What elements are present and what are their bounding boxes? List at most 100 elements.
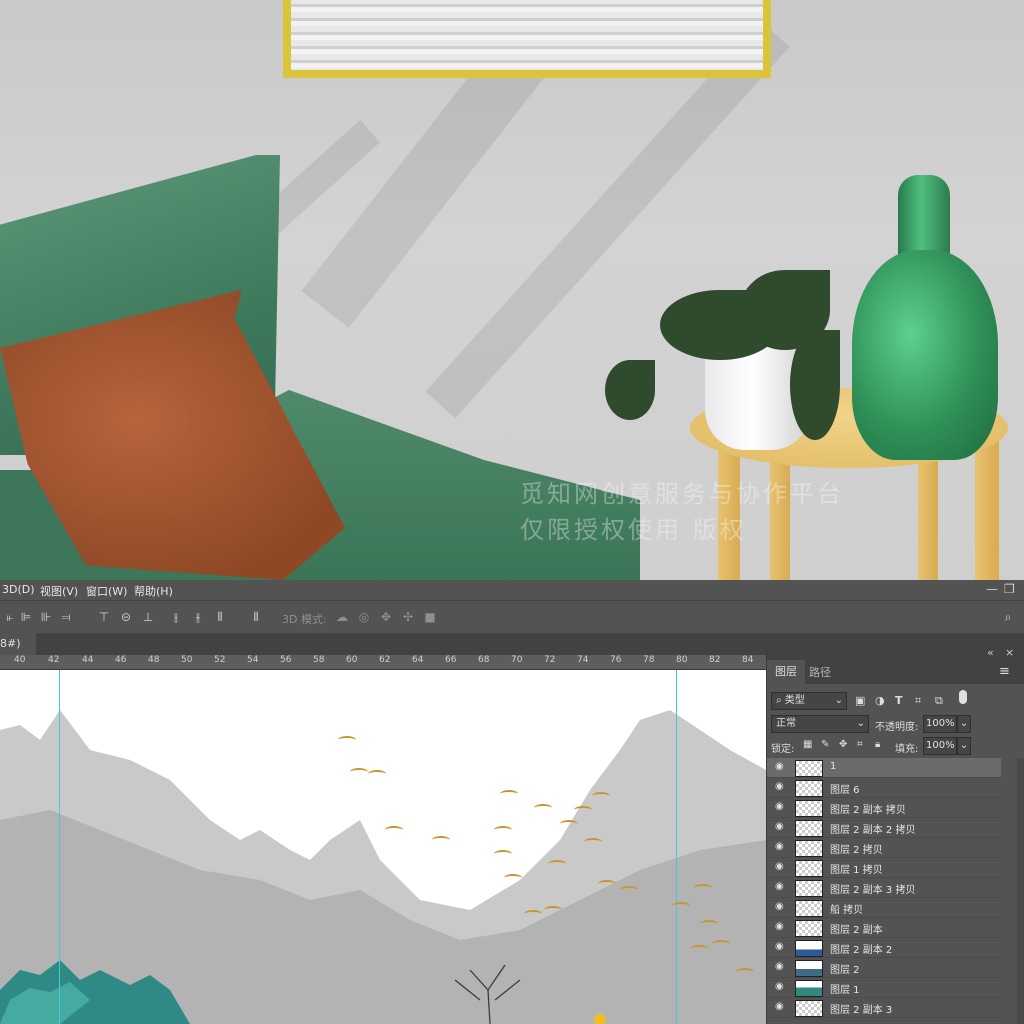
lock-artboard-icon[interactable]: ⌗ bbox=[857, 739, 863, 750]
layer-name: 图层 2 副本 2 拷贝 bbox=[830, 825, 916, 836]
align-left-edges-icon[interactable]: ⊫ bbox=[20, 610, 32, 624]
ruler-label: 64 bbox=[412, 655, 424, 665]
menu-bar: 3D(D) 视图(V) 窗口(W) 帮助(H) — ❐ bbox=[0, 580, 1024, 600]
layer-row[interactable]: ◉ 图层 2 副本 2 bbox=[767, 938, 1001, 958]
visibility-eye-icon[interactable]: ◉ bbox=[775, 882, 785, 892]
distribute-center-icon[interactable]: ⫳ bbox=[192, 610, 204, 624]
lock-label: 锁定: bbox=[771, 744, 795, 755]
visibility-eye-icon[interactable]: ◉ bbox=[775, 762, 785, 772]
tab-paths[interactable]: 路径 bbox=[809, 664, 831, 680]
bird-icon bbox=[690, 945, 708, 953]
align-right-edges-icon[interactable]: ⫤ bbox=[60, 610, 72, 624]
menu-view[interactable]: 视图(V) bbox=[40, 583, 78, 599]
align-left-icon[interactable]: ⫦ bbox=[4, 610, 16, 624]
layer-row[interactable]: ◉ 图层 2 副本 bbox=[767, 918, 1001, 938]
align-bottom-icon[interactable]: ⊥ bbox=[142, 610, 154, 624]
ruler-label: 82 bbox=[709, 655, 721, 665]
minimize-button[interactable]: — bbox=[986, 582, 998, 596]
layer-row[interactable]: ◉ 图层 1 拷贝 bbox=[767, 858, 1001, 878]
opacity-input[interactable]: 100% bbox=[923, 715, 957, 733]
wall-art-frame bbox=[283, 0, 771, 78]
guide-line[interactable] bbox=[676, 670, 677, 1024]
align-horizontal-center-icon[interactable]: ⊪ bbox=[40, 610, 52, 624]
layer-row[interactable]: ◉ 图层 1 bbox=[767, 978, 1001, 998]
lock-move-icon[interactable]: ✥ bbox=[839, 739, 847, 750]
chevron-down-icon[interactable]: ⌄ bbox=[957, 715, 971, 733]
chevron-down-icon[interactable]: ⌄ bbox=[957, 737, 971, 755]
layer-thumbnail bbox=[795, 780, 823, 797]
fill-input[interactable]: 100% bbox=[923, 737, 957, 755]
distribute-left-icon[interactable]: ⫲ bbox=[170, 610, 182, 624]
document-tab[interactable]: 8#) × bbox=[0, 633, 36, 672]
layer-row[interactable]: ◉ 图层 2 拷贝 bbox=[767, 838, 1001, 858]
ruler-label: 66 bbox=[445, 655, 457, 665]
layer-row[interactable]: ◉ 图层 2 副本 拷贝 bbox=[767, 798, 1001, 818]
ruler-label: 48 bbox=[148, 655, 160, 665]
layer-filter-select[interactable]: ⌕ 类型 ⌄ bbox=[771, 692, 847, 710]
filter-toggle-icon[interactable] bbox=[959, 690, 967, 704]
bird-icon bbox=[694, 884, 712, 892]
layers-scrollbar[interactable] bbox=[1017, 758, 1024, 1024]
3d-scale-icon[interactable]: ■ bbox=[424, 610, 436, 624]
align-top-icon[interactable]: ⊤ bbox=[98, 610, 110, 624]
visibility-eye-icon[interactable]: ◉ bbox=[775, 982, 785, 992]
filter-type-icon[interactable]: T bbox=[895, 694, 903, 707]
search-icon[interactable]: ⌕ bbox=[1002, 610, 1014, 624]
bird-icon bbox=[350, 768, 368, 776]
chevron-down-icon: ⌄ bbox=[856, 718, 865, 729]
3d-orbit-icon[interactable]: ☁ bbox=[336, 610, 348, 624]
3d-slide-icon[interactable]: ✣ bbox=[402, 610, 414, 624]
tab-layers[interactable]: 图层 bbox=[767, 660, 805, 684]
visibility-eye-icon[interactable]: ◉ bbox=[775, 962, 785, 972]
layer-row[interactable]: ◉ 图层 2 bbox=[767, 958, 1001, 978]
bird-icon bbox=[504, 874, 522, 882]
filter-shape-icon[interactable]: ⌗ bbox=[915, 694, 921, 708]
layer-row[interactable]: ◉ 图层 6 bbox=[767, 778, 1001, 798]
layer-row[interactable]: ◉ 图层 2 副本 2 拷贝 bbox=[767, 818, 1001, 838]
menu-3d[interactable]: 3D(D) bbox=[2, 583, 35, 596]
blend-mode-select[interactable]: 正常 ⌄ bbox=[771, 715, 869, 733]
visibility-eye-icon[interactable]: ◉ bbox=[775, 802, 785, 812]
visibility-eye-icon[interactable]: ◉ bbox=[775, 942, 785, 952]
bird-icon bbox=[494, 826, 512, 834]
distribute-right-icon[interactable]: ⫴ bbox=[214, 610, 226, 624]
bird-icon bbox=[592, 792, 610, 800]
filter-adjustment-icon[interactable]: ◑ bbox=[875, 694, 885, 707]
filter-image-icon[interactable]: ▣ bbox=[855, 694, 865, 707]
menu-help[interactable]: 帮助(H) bbox=[134, 583, 173, 599]
restore-button[interactable]: ❐ bbox=[1004, 582, 1015, 596]
collapse-panel-icon[interactable]: « bbox=[987, 646, 994, 659]
visibility-eye-icon[interactable]: ◉ bbox=[775, 822, 785, 832]
ruler-label: 76 bbox=[610, 655, 622, 665]
close-panel-icon[interactable]: × bbox=[1005, 646, 1014, 659]
ruler-label: 58 bbox=[313, 655, 325, 665]
auto-align-icon[interactable]: ⦀ bbox=[250, 610, 262, 624]
lock-all-icon[interactable]: 🔒︎ bbox=[875, 739, 880, 750]
visibility-eye-icon[interactable]: ◉ bbox=[775, 922, 785, 932]
filter-smart-object-icon[interactable]: ⧉ bbox=[935, 694, 943, 708]
visibility-eye-icon[interactable]: ◉ bbox=[775, 842, 785, 852]
ruler-label: 62 bbox=[379, 655, 391, 665]
layer-row[interactable]: ◉ 图层 2 副本 3 拷贝 bbox=[767, 878, 1001, 898]
layer-row[interactable]: ◉ 图层 2 副本 3 bbox=[767, 998, 1001, 1018]
visibility-eye-icon[interactable]: ◉ bbox=[775, 1002, 785, 1012]
align-vertical-center-icon[interactable]: ⊝ bbox=[120, 610, 132, 624]
layer-row[interactable]: ◉ 1 bbox=[767, 758, 1001, 778]
guide-line[interactable] bbox=[59, 670, 60, 1024]
lock-brush-icon[interactable]: ✎ bbox=[821, 739, 829, 750]
menu-window[interactable]: 窗口(W) bbox=[86, 583, 127, 599]
3d-roll-icon[interactable]: ◎ bbox=[358, 610, 370, 624]
layer-row[interactable]: ◉ 船 拷贝 bbox=[767, 898, 1001, 918]
document-canvas[interactable] bbox=[0, 670, 766, 1024]
layer-name: 图层 2 副本 bbox=[830, 925, 883, 936]
blend-mode-value: 正常 bbox=[776, 718, 796, 729]
3d-pan-icon[interactable]: ✥ bbox=[380, 610, 392, 624]
bird-icon bbox=[500, 790, 518, 798]
panel-menu-icon[interactable]: ≡ bbox=[999, 664, 1010, 679]
visibility-eye-icon[interactable]: ◉ bbox=[775, 862, 785, 872]
visibility-eye-icon[interactable]: ◉ bbox=[775, 902, 785, 912]
fill-label: 填充: bbox=[895, 744, 919, 755]
bird-icon bbox=[700, 920, 718, 928]
visibility-eye-icon[interactable]: ◉ bbox=[775, 782, 785, 792]
lock-transparent-icon[interactable]: ▦ bbox=[803, 739, 812, 750]
